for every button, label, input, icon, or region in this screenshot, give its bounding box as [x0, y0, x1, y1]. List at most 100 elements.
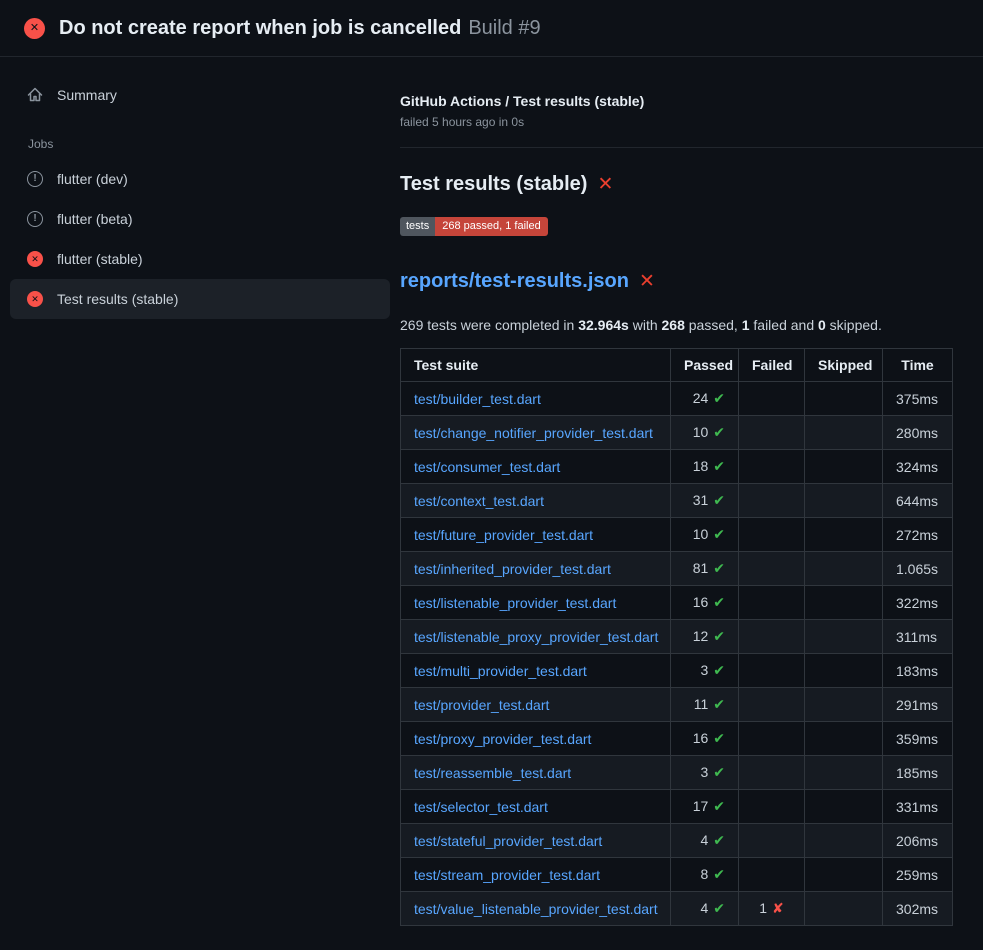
time-cell: 322ms	[883, 586, 953, 620]
sidebar-item-job-1[interactable]: !flutter (dev)	[10, 159, 390, 199]
skipped-cell	[805, 586, 883, 620]
suite-cell: test/provider_test.dart	[401, 688, 671, 722]
suite-link[interactable]: test/provider_test.dart	[414, 697, 549, 713]
passed-count: 17	[693, 798, 709, 814]
passed-count: 4	[700, 832, 708, 848]
main-content: GitHub Actions / Test results (stable) f…	[400, 57, 983, 926]
passed-count: 81	[693, 560, 709, 576]
passed-count: 16	[693, 594, 709, 610]
summary-duration: 32.964s	[578, 317, 629, 333]
table-row: test/listenable_proxy_provider_test.dart…	[401, 620, 953, 654]
suite-link[interactable]: test/value_listenable_provider_test.dart	[414, 901, 658, 917]
suite-link[interactable]: test/inherited_provider_test.dart	[414, 561, 611, 577]
sidebar-item-label: Test results (stable)	[57, 291, 178, 307]
suite-cell: test/future_provider_test.dart	[401, 518, 671, 552]
table-row: test/future_provider_test.dart10✔272ms	[401, 518, 953, 552]
check-run-title: Do not create report when job is cancell…	[59, 17, 461, 39]
suite-cell: test/context_test.dart	[401, 484, 671, 518]
failed-cell: 1✘	[739, 892, 805, 926]
table-row: test/context_test.dart31✔644ms	[401, 484, 953, 518]
sidebar-item-label: flutter (stable)	[57, 251, 143, 267]
suite-cell: test/reassemble_test.dart	[401, 756, 671, 790]
suite-link[interactable]: test/reassemble_test.dart	[414, 765, 571, 781]
time-cell: 259ms	[883, 858, 953, 892]
failed-cell	[739, 620, 805, 654]
time-cell: 324ms	[883, 450, 953, 484]
time-cell: 1.065s	[883, 552, 953, 586]
x-circle-icon: ✕	[27, 251, 43, 267]
x-circle-icon: ✕	[27, 291, 43, 307]
sidebar-item-job-3[interactable]: ✕ flutter (stable)	[10, 239, 390, 279]
check-icon: ✔	[713, 696, 725, 712]
failed-cell	[739, 688, 805, 722]
passed-cell: 12✔	[671, 620, 739, 654]
sidebar: Summary Jobs !flutter (dev)!flutter (bet…	[0, 57, 400, 319]
time-cell: 331ms	[883, 790, 953, 824]
suite-cell: test/stateful_provider_test.dart	[401, 824, 671, 858]
summary-part: failed and	[750, 317, 819, 333]
test-results-table: Test suite Passed Failed Skipped Time te…	[400, 348, 953, 926]
check-icon: ✔	[713, 764, 725, 780]
summary-passed-count: 268	[662, 317, 685, 333]
skipped-cell	[805, 382, 883, 416]
table-row: test/provider_test.dart11✔291ms	[401, 688, 953, 722]
passed-cell: 16✔	[671, 722, 739, 756]
x-icon: ✘	[772, 900, 784, 916]
passed-count: 24	[693, 390, 709, 406]
passed-count: 10	[693, 526, 709, 542]
divider	[400, 147, 983, 148]
passed-cell: 3✔	[671, 654, 739, 688]
suite-link[interactable]: test/builder_test.dart	[414, 391, 541, 407]
passed-cell: 8✔	[671, 858, 739, 892]
sidebar-jobs: !flutter (dev)!flutter (beta) ✕ flutter (s…	[0, 159, 400, 319]
check-icon: ✔	[713, 866, 725, 882]
suite-link[interactable]: test/future_provider_test.dart	[414, 527, 593, 543]
table-row: test/listenable_provider_test.dart 16✔ 322…	[401, 586, 953, 620]
passed-cell: 10✔	[671, 518, 739, 552]
jobs-section-label: Jobs	[0, 115, 400, 159]
suite-link[interactable]: test/stateful_provider_test.dart	[414, 833, 602, 849]
suite-link[interactable]: test/proxy_provider_test.dart	[414, 731, 591, 747]
results-table-body: test/builder_test.dart24✔375mstest/chang…	[401, 382, 953, 926]
sidebar-item-summary[interactable]: Summary	[10, 75, 390, 115]
check-icon: ✔	[713, 730, 725, 746]
skipped-cell	[805, 484, 883, 518]
passed-count: 3	[700, 662, 708, 678]
suite-link[interactable]: test/listenable_proxy_provider_test.dart	[414, 629, 658, 645]
home-icon	[27, 87, 43, 103]
suite-cell: test/inherited_provider_test.dart	[401, 552, 671, 586]
suite-cell: test/listenable_proxy_provider_test.dart	[401, 620, 671, 654]
sidebar-item-job-2[interactable]: !flutter (beta)	[10, 199, 390, 239]
suite-link[interactable]: test/context_test.dart	[414, 493, 544, 509]
time-cell: 280ms	[883, 416, 953, 450]
suite-link[interactable]: test/listenable_provider_test.dart	[414, 595, 616, 611]
report-file-link[interactable]: reports/test-results.json	[400, 270, 629, 293]
column-header-failed: Failed	[739, 349, 805, 382]
time-cell: 359ms	[883, 722, 953, 756]
failed-cell	[739, 824, 805, 858]
skipped-cell	[805, 620, 883, 654]
table-row: test/proxy_provider_test.dart 16✔ 359ms	[401, 722, 953, 756]
check-icon: ✔	[713, 594, 725, 610]
report-heading: reports/test-results.json ✕	[400, 270, 983, 293]
passed-count: 10	[693, 424, 709, 440]
suite-link[interactable]: test/consumer_test.dart	[414, 459, 560, 475]
table-row: test/value_listenable_provider_test.dart…	[401, 892, 953, 926]
table-row: test/consumer_test.dart18✔324ms	[401, 450, 953, 484]
suite-link[interactable]: test/stream_provider_test.dart	[414, 867, 600, 883]
time-cell: 183ms	[883, 654, 953, 688]
suite-link[interactable]: test/change_notifier_provider_test.dart	[414, 425, 653, 441]
suite-link[interactable]: test/multi_provider_test.dart	[414, 663, 587, 679]
sidebar-item-job-4[interactable]: ✕ Test results (stable)	[10, 279, 390, 319]
table-row: test/stateful_provider_test.dart4✔206ms	[401, 824, 953, 858]
failed-cell	[739, 416, 805, 450]
passed-cell: 16✔	[671, 586, 739, 620]
check-icon: ✔	[713, 492, 725, 508]
neutral-status-icon: !	[27, 171, 43, 187]
suite-cell: test/stream_provider_test.dart	[401, 858, 671, 892]
failed-cell	[739, 722, 805, 756]
suite-link[interactable]: test/selector_test.dart	[414, 799, 548, 815]
suite-cell: test/consumer_test.dart	[401, 450, 671, 484]
run-status-text: failed 5 hours ago in 0s	[400, 115, 983, 129]
build-number: Build #9	[468, 17, 540, 39]
